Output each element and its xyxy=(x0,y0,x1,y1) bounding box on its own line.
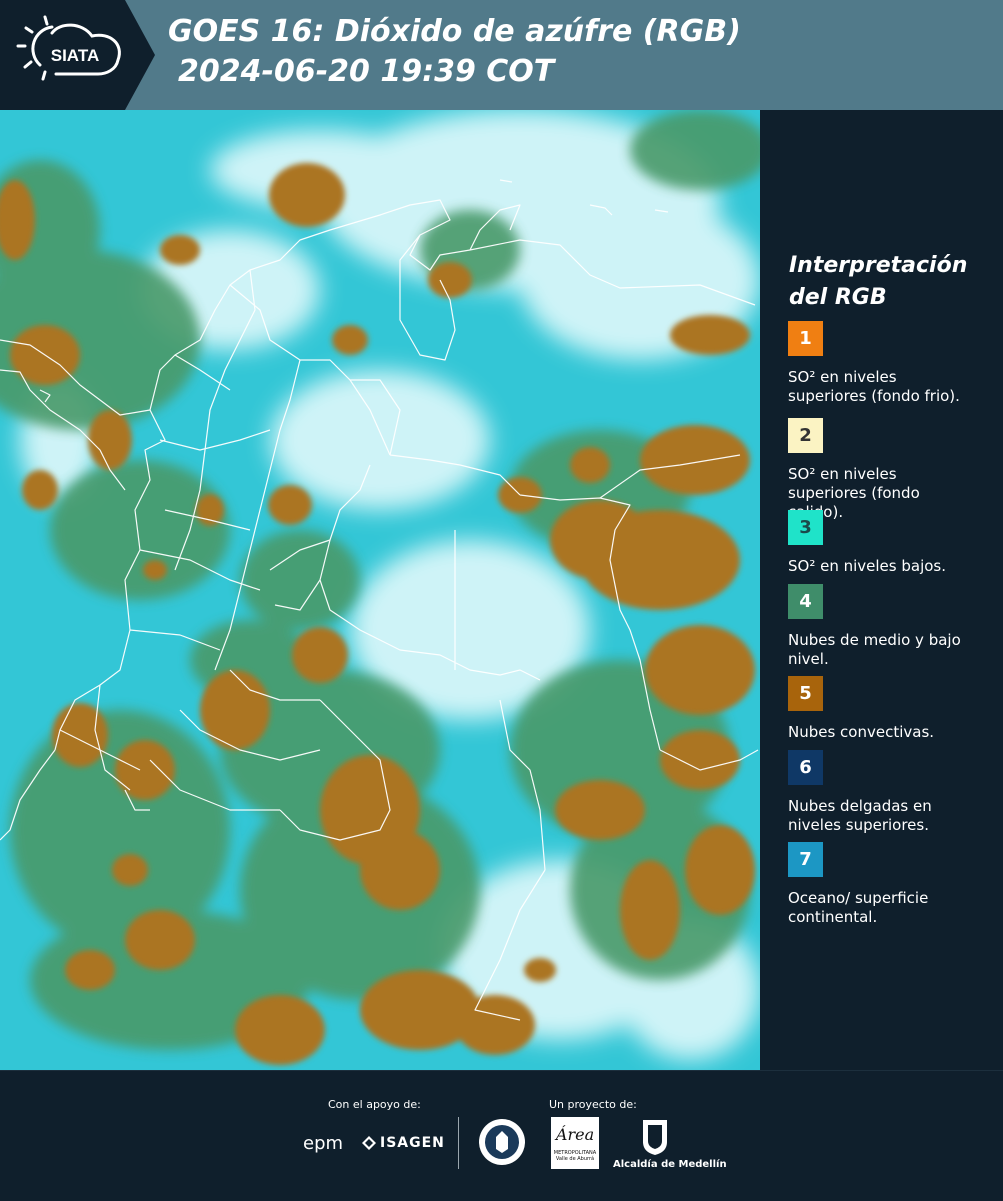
legend-swatch-2: 2 xyxy=(788,418,823,453)
legend-label-5: Nubes convectivas. xyxy=(788,723,935,741)
legend-label-7: Oceano/ superficie continental. xyxy=(788,889,929,926)
legend-item-7: 7 Oceano/ superficie continental. xyxy=(788,842,978,927)
legend-item-6: 6 Nubes delgadas en niveles superiores. xyxy=(788,750,978,835)
isagen-icon xyxy=(361,1135,377,1151)
legend-swatch-7: 7 xyxy=(788,842,823,877)
legend-item-2: 2 SO² en niveles superiores (fondo calid… xyxy=(788,418,978,522)
siata-sun-cloud-icon: SIATA xyxy=(16,15,121,81)
legend-title-line1: Interpretación xyxy=(789,253,968,278)
alcaldia-logo-text: Alcaldía de Medellín xyxy=(613,1159,727,1170)
page-title: GOES 16: Dióxido de azúfre (RGB) xyxy=(168,14,741,49)
timestamp: 2024-06-20 19:39 COT xyxy=(178,54,555,89)
footer-divider xyxy=(458,1117,459,1169)
project-label: Un proyecto de: xyxy=(549,1098,637,1111)
legend-label-1: SO² en niveles superiores (fondo frio). xyxy=(788,368,960,405)
legend-swatch-6: 6 xyxy=(788,750,823,785)
legend-swatch-3: 3 xyxy=(788,510,823,545)
rgb-composite-image xyxy=(0,110,760,1070)
legend-swatch-1: 1 xyxy=(788,321,823,356)
legend-item-3: 3 SO² en niveles bajos. xyxy=(788,510,978,576)
legend-panel: Interpretación del RGB 1 SO² en niveles … xyxy=(760,110,1003,1070)
legend-label-3: SO² en niveles bajos. xyxy=(788,557,947,575)
legend-title-line2: del RGB xyxy=(789,285,887,310)
legend-title: Interpretación del RGB xyxy=(789,250,967,314)
area-metropolitana-logo: Área METROPOLITANA Valle de Aburrá xyxy=(551,1117,599,1169)
legend-label-4: Nubes de medio y bajo nivel. xyxy=(788,631,961,668)
legend-item-1: 1 SO² en niveles superiores (fondo frio)… xyxy=(788,321,978,406)
area-metro-sub2: Valle de Aburrá xyxy=(555,1156,595,1162)
alcaldia-shield-icon xyxy=(640,1117,670,1157)
siata-logo: SIATA xyxy=(0,0,155,110)
satellite-map[interactable] xyxy=(0,110,760,1070)
footer: Con el apoyo de: Un proyecto de: epm ISA… xyxy=(0,1070,1003,1201)
medellin-seal-logo xyxy=(477,1117,527,1167)
svg-text:SIATA: SIATA xyxy=(51,46,99,65)
legend-swatch-4: 4 xyxy=(788,584,823,619)
legend-label-6: Nubes delgadas en niveles superiores. xyxy=(788,797,932,834)
legend-swatch-5: 5 xyxy=(788,676,823,711)
header-bar: SIATA GOES 16: Dióxido de azúfre (RGB) 2… xyxy=(0,0,1003,110)
epm-logo: epm xyxy=(303,1133,344,1154)
legend-item-5: 5 Nubes convectivas. xyxy=(788,676,978,742)
legend-item-4: 4 Nubes de medio y bajo nivel. xyxy=(788,584,978,669)
area-metro-word: Área xyxy=(555,1125,595,1144)
isagen-logo: ISAGEN xyxy=(380,1135,445,1151)
support-label: Con el apoyo de: xyxy=(328,1098,421,1111)
